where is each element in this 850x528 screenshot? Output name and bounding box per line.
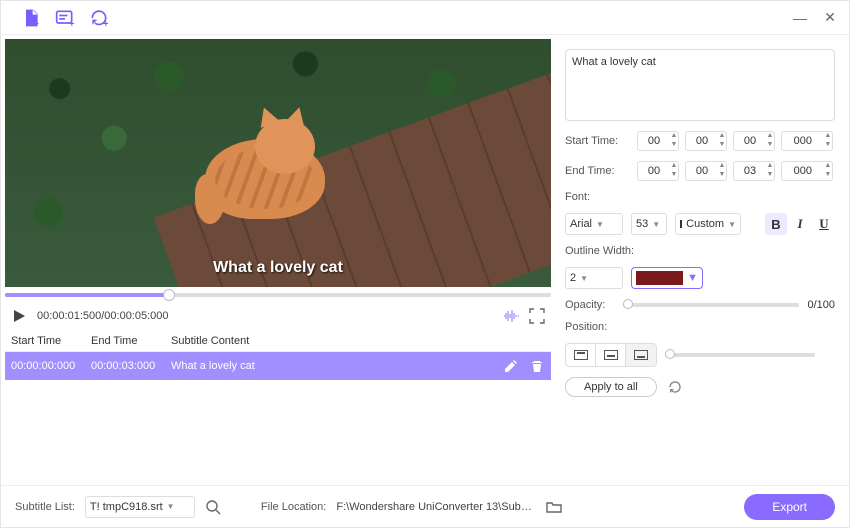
- cell-end: 00:00:03:000: [91, 360, 171, 372]
- outline-width-label: Outline Width:: [565, 245, 835, 257]
- position-label: Position:: [565, 321, 835, 333]
- delete-row-icon[interactable]: [529, 358, 545, 374]
- font-family-select[interactable]: Arial▼: [565, 213, 623, 235]
- new-subtitle-block-icon[interactable]: +: [55, 8, 75, 28]
- refresh-subtitles-icon[interactable]: +: [89, 8, 109, 28]
- opacity-label: Opacity:: [565, 299, 615, 311]
- italic-button[interactable]: I: [789, 213, 811, 235]
- app-window: + + + — ✕: [0, 0, 850, 528]
- font-label: Font:: [565, 191, 835, 203]
- end-sec-stepper[interactable]: ▲▼: [733, 161, 775, 181]
- left-panel: What a lovely cat 00:00:01:500/00:00:05:…: [5, 39, 551, 485]
- toolbar: + + +: [21, 8, 109, 28]
- svg-text:+: +: [103, 18, 108, 28]
- main-area: What a lovely cat 00:00:01:500/00:00:05:…: [1, 35, 849, 485]
- subtitle-overlay: What a lovely cat: [5, 259, 551, 277]
- end-ms-stepper[interactable]: ▲▼: [781, 161, 833, 181]
- position-slider[interactable]: [665, 353, 815, 357]
- outline-width-select[interactable]: 2▼: [565, 267, 623, 289]
- close-button[interactable]: ✕: [821, 9, 839, 27]
- start-time-label: Start Time:: [565, 135, 631, 147]
- minimize-button[interactable]: —: [791, 9, 809, 27]
- position-row: [565, 343, 835, 367]
- bold-button[interactable]: B: [765, 213, 787, 235]
- font-row: Arial▼ 53▼ Custom▼ B I U: [565, 213, 835, 235]
- font-color-select[interactable]: Custom▼: [675, 213, 741, 235]
- window-controls: — ✕: [791, 9, 839, 27]
- start-time-row: Start Time: ▲▼ ▲▼ ▲▼ ▲▼: [565, 131, 835, 151]
- apply-to-all-button[interactable]: Apply to all: [565, 377, 657, 397]
- seek-bar[interactable]: [5, 289, 551, 301]
- col-start: Start Time: [11, 335, 91, 347]
- preview-image: [5, 39, 551, 287]
- subtitle-text-input[interactable]: [565, 49, 835, 121]
- outline-color-select[interactable]: ▼: [631, 267, 703, 289]
- reset-icon[interactable]: [667, 379, 683, 395]
- video-preview: What a lovely cat: [5, 39, 551, 287]
- time-display: 00:00:01:500/00:00:05:000: [37, 310, 169, 322]
- subtitle-list-select[interactable]: T! tmpC918.srt▼: [85, 496, 195, 518]
- start-sec-stepper[interactable]: ▲▼: [733, 131, 775, 151]
- font-size-select[interactable]: 53▼: [631, 213, 667, 235]
- waveform-icon[interactable]: [503, 308, 519, 324]
- export-button[interactable]: Export: [744, 494, 835, 520]
- open-folder-icon[interactable]: [546, 499, 562, 515]
- play-button[interactable]: [11, 308, 27, 324]
- table-row[interactable]: 00:00:00:000 00:00:03:000 What a lovely …: [5, 352, 551, 380]
- end-min-stepper[interactable]: ▲▼: [685, 161, 727, 181]
- cell-content: What a lovely cat: [171, 360, 503, 372]
- edit-row-icon[interactable]: [503, 358, 519, 374]
- subtitle-table: Start Time End Time Subtitle Content 00:…: [5, 331, 551, 380]
- footer: Subtitle List: T! tmpC918.srt▼ File Loca…: [1, 485, 849, 527]
- search-subtitle-icon[interactable]: [205, 499, 221, 515]
- opacity-value: 0/100: [807, 299, 835, 311]
- cell-start: 00:00:00:000: [11, 360, 91, 372]
- outline-row: 2▼ ▼: [565, 267, 835, 289]
- table-header: Start Time End Time Subtitle Content: [5, 331, 551, 352]
- opacity-slider[interactable]: [623, 303, 799, 307]
- opacity-row: Opacity: 0/100: [565, 299, 835, 311]
- file-location-value: F:\Wondershare UniConverter 13\SubEdi: [336, 501, 536, 513]
- position-middle-button[interactable]: [596, 344, 626, 366]
- new-subtitle-file-icon[interactable]: +: [21, 8, 41, 28]
- position-top-button[interactable]: [566, 344, 596, 366]
- position-bottom-button[interactable]: [626, 344, 656, 366]
- start-ms-stepper[interactable]: ▲▼: [781, 131, 833, 151]
- end-time-label: End Time:: [565, 165, 631, 177]
- subtitle-list-label: Subtitle List:: [15, 501, 75, 513]
- apply-row: Apply to all: [565, 377, 835, 397]
- titlebar: + + + — ✕: [1, 1, 849, 35]
- right-panel: Start Time: ▲▼ ▲▼ ▲▼ ▲▼ End Time: ▲▼ ▲▼ …: [561, 39, 845, 485]
- col-content: Subtitle Content: [171, 335, 545, 347]
- underline-button[interactable]: U: [813, 213, 835, 235]
- start-hour-stepper[interactable]: ▲▼: [637, 131, 679, 151]
- col-end: End Time: [91, 335, 171, 347]
- file-location-label: File Location:: [261, 501, 326, 513]
- end-time-row: End Time: ▲▼ ▲▼ ▲▼ ▲▼: [565, 161, 835, 181]
- fullscreen-icon[interactable]: [529, 308, 545, 324]
- end-hour-stepper[interactable]: ▲▼: [637, 161, 679, 181]
- start-min-stepper[interactable]: ▲▼: [685, 131, 727, 151]
- playback-bar: 00:00:01:500/00:00:05:000: [5, 301, 551, 331]
- svg-text:+: +: [34, 18, 39, 28]
- svg-text:+: +: [69, 18, 74, 28]
